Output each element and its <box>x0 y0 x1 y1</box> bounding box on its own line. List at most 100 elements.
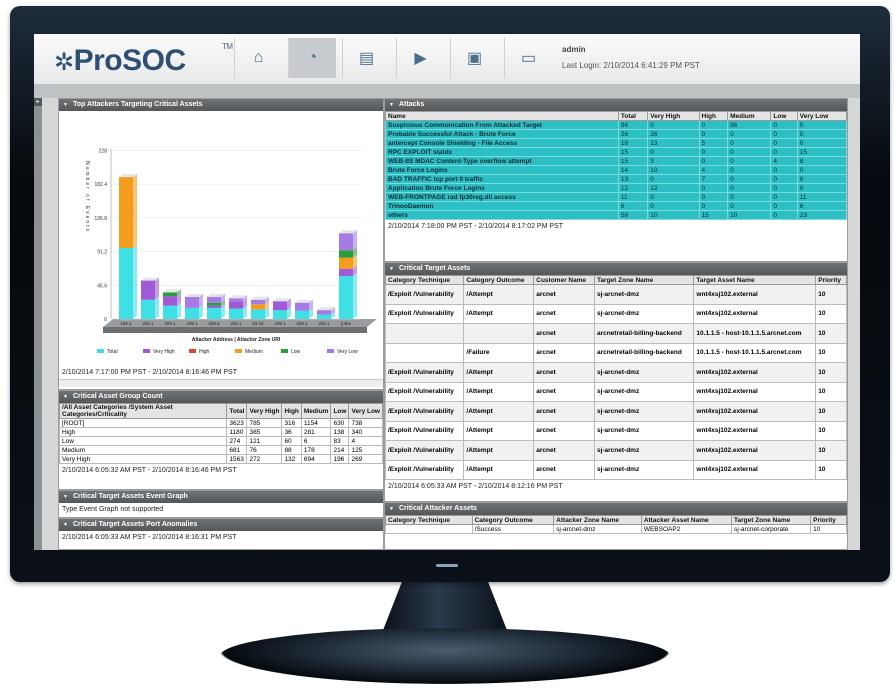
table-row[interactable]: /Failure arcnet arcnetretail-billing-backe… <box>385 342 847 363</box>
legend-swatch <box>189 349 196 353</box>
table-row[interactable]: Suspicious Communication From Attacked T… <box>385 120 847 130</box>
table-cell: 0 <box>796 165 847 175</box>
table-cell: wnt4xsj102.external <box>693 381 817 402</box>
nav-button-home[interactable]: ⌂ <box>234 38 282 78</box>
panel-header[interactable]: Attacks <box>385 99 847 111</box>
table-row[interactable]: arcnet arcnetretail-billing-backend 10.1.1… <box>385 323 847 344</box>
column-header[interactable]: Category Outcome <box>471 515 555 525</box>
table-row[interactable]: Low 274 121 60 6 83 4 <box>59 436 383 446</box>
table-row[interactable]: WEB-FRONTPAGE rad fp30reg.dll access 11 0 0… <box>385 192 847 202</box>
table-cell: 281 <box>300 427 332 437</box>
table-cell: 10 <box>815 303 847 324</box>
table-row[interactable]: /Exploit /Vulnerability/Attempt arcnet sj-… <box>385 420 847 441</box>
table-cell: WEBSOAP2 <box>640 524 733 534</box>
table-row[interactable]: antercept Console Shielding - File Acces… <box>385 138 847 148</box>
column-header[interactable]: Low <box>770 111 798 121</box>
table-row[interactable]: Probable Successful Attack - Brute Force… <box>385 129 847 139</box>
column-header[interactable]: Total <box>617 111 649 121</box>
column-header[interactable]: Name <box>385 111 619 121</box>
column-header[interactable]: Category Technique <box>385 275 465 285</box>
y-tick-label: 45.6 <box>97 283 107 289</box>
table-cell: 630 <box>330 418 350 428</box>
panel-header[interactable]: Top Attackers Targeting Critical Assets <box>59 99 383 111</box>
column-header[interactable]: Total <box>226 403 248 419</box>
table-row[interactable]: High 1180 385 36 281 138 340 <box>59 427 383 437</box>
column-header[interactable]: Customer Name <box>533 275 595 285</box>
column-header[interactable]: Attacker Zone Name <box>553 515 642 525</box>
column-header[interactable]: High <box>281 403 302 419</box>
table-cell: 6 <box>796 174 847 184</box>
legend-label: High <box>199 349 210 355</box>
horizontal-scrollbar[interactable] <box>59 379 383 387</box>
table-row[interactable]: /Exploit /Vulnerability/Attempt arcnet sj-… <box>385 401 847 422</box>
table-cell: sj-arcnet-dmz <box>593 303 695 324</box>
table-row[interactable]: /Exploit /Vulnerability/Attempt arcnet sj-… <box>385 284 847 305</box>
user-name: admin <box>562 45 586 54</box>
panel-footer-timestamp: 2/10/2014 7:18:00 PM PST - 2/10/2014 8:1… <box>388 223 563 230</box>
critical-target-assets-panel: Critical Target Assets Category Techniqu… <box>384 262 848 502</box>
column-header[interactable]: Category Technique <box>385 515 473 525</box>
table-cell: 11 <box>796 192 847 202</box>
column-header[interactable]: Target Zone Name <box>593 275 695 285</box>
nav-button-report-book[interactable]: ▤ <box>342 38 390 78</box>
x-tick-label: 209.1 <box>186 321 198 326</box>
column-header[interactable]: Priority <box>810 515 847 525</box>
table-row[interactable]: /Exploit /Vulnerability/Attempt arcnet sj-… <box>385 303 847 324</box>
table-row[interactable]: /Exploit /Vulnerability/Attempt arcnet sj-… <box>385 362 847 383</box>
column-header[interactable]: Target Asset Name <box>693 275 817 285</box>
table-cell: 10 <box>815 342 847 363</box>
column-header[interactable]: /All Asset Categories /System Asset Cate… <box>59 403 228 419</box>
column-header[interactable]: Very High <box>647 111 700 121</box>
table-cell: 88 <box>281 445 302 455</box>
sidebar-expand-icon[interactable]: ▸ <box>34 98 42 106</box>
table-row[interactable]: /Success sj-arcnet-dmz WEBSOAP2 sj-arcnet-c… <box>385 524 847 534</box>
column-header[interactable]: Target Zone Name <box>730 515 812 525</box>
prosoc-logo[interactable]: ✲ProSOC TM <box>54 42 233 78</box>
column-header[interactable]: Very Low <box>796 111 847 121</box>
panel-header[interactable]: Critical Attacker Assets <box>385 503 847 515</box>
panel-header[interactable]: Critical Target Assets <box>385 263 847 275</box>
table-row[interactable]: /Exploit /Vulnerability/Attempt arcnet sj-… <box>385 440 847 461</box>
table-row[interactable]: WEB-IIS MDAC Content-Type overflow attem… <box>385 156 847 166</box>
table-cell: wnt4xsj102.external <box>693 420 817 441</box>
table-cell: sj-arcnet-dmz <box>593 284 695 305</box>
column-header[interactable]: Medium <box>727 111 772 121</box>
column-header[interactable]: Category Outcome <box>463 275 535 285</box>
table-row[interactable]: Application Brute Force Logins 12 12 0 0 0 0 <box>385 183 847 193</box>
home-icon: ⌂ <box>253 49 264 66</box>
table-row[interactable]: [ROOT] 3623 785 316 1154 630 738 <box>59 418 383 428</box>
nav-button-play[interactable]: ▶ <box>396 38 444 78</box>
table-row[interactable]: /Exploit /Vulnerability/Attempt arcnet sj-… <box>385 381 847 402</box>
nav-button-dashboard-gauge[interactable]: ◔ <box>288 38 336 78</box>
table-cell: 5 <box>698 138 729 148</box>
column-header[interactable]: Very High <box>246 403 283 419</box>
table-row[interactable]: Very High 1563 272 132 694 196 269 <box>59 454 383 464</box>
column-header[interactable]: Low <box>330 403 350 419</box>
table-cell: wnt4xsj102.external <box>693 303 817 324</box>
table-row[interactable]: BAD TRAFFIC tcp port 0 traffic 13 0 7 0 0 6 <box>385 174 847 184</box>
x-tick-label: [othe <box>341 321 352 326</box>
table-cell: 121 <box>246 436 283 446</box>
panel-header[interactable]: Critical Target Assets Event Graph <box>59 491 383 503</box>
table-row[interactable]: /Exploit /Vulnerability/Attempt arcnet sj-… <box>385 459 847 480</box>
table-cell: WEB-IIS MDAC Content-Type overflow attem… <box>385 156 619 166</box>
table-row[interactable]: Medium 681 76 88 178 214 125 <box>59 445 383 455</box>
table-row[interactable]: RPC EXPLOIT statdx 15 0 0 0 0 15 <box>385 147 847 157</box>
table-row[interactable]: TrinooDaemon 6 0 0 0 0 6 <box>385 201 847 211</box>
column-header[interactable]: Priority <box>815 275 847 285</box>
nav-button-lock[interactable]: ▣ <box>450 38 498 78</box>
panel-header[interactable]: Critical Target Assets Port Anomalies <box>59 519 383 531</box>
table-cell: 0 <box>796 120 847 130</box>
nav-button-chat[interactable]: ▭ <box>504 38 552 78</box>
panel-header[interactable]: Critical Asset Group Count <box>59 391 383 403</box>
legend-swatch <box>327 349 334 353</box>
table-row[interactable]: others 58 10 15 10 0 23 <box>385 210 847 220</box>
last-login: Last Login: 2/10/2014 6:41:29 PM PST <box>562 61 700 70</box>
column-header[interactable]: Attacker Asset Name <box>640 515 733 525</box>
column-header[interactable]: Medium <box>300 403 332 419</box>
table-cell: 10 <box>647 210 700 220</box>
column-header[interactable]: Very Low <box>348 403 383 419</box>
table-cell: arcnet <box>533 381 595 402</box>
table-row[interactable]: Brute Force Logins 14 10 4 0 0 0 <box>385 165 847 175</box>
column-header[interactable]: High <box>698 111 729 121</box>
